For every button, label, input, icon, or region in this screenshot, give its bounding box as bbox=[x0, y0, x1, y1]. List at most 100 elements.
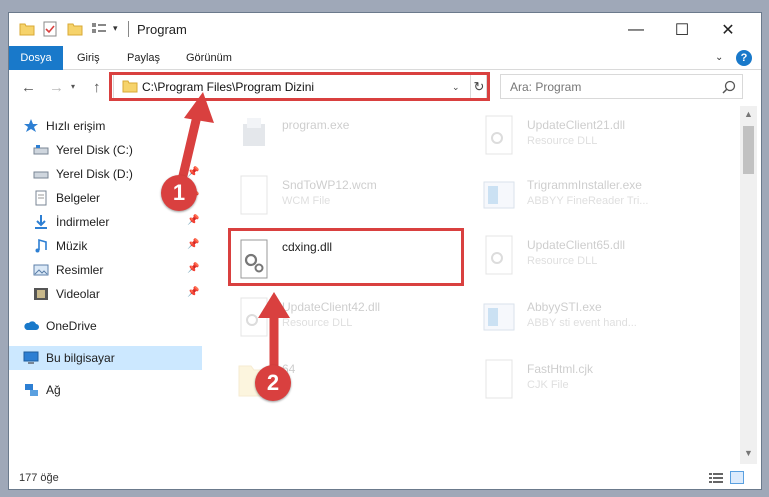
scroll-thumb[interactable] bbox=[743, 126, 754, 174]
new-folder-icon[interactable] bbox=[67, 21, 83, 37]
scroll-up-icon[interactable]: ▲ bbox=[744, 109, 753, 119]
pin-icon[interactable]: 📌 bbox=[187, 263, 199, 274]
installer-icon bbox=[243, 118, 265, 146]
file-item[interactable]: UpdateClient21.dll Resource DLL bbox=[482, 114, 712, 172]
search-icon[interactable] bbox=[721, 79, 737, 95]
file-name: UpdateClient21.dll bbox=[527, 118, 626, 132]
title-separator bbox=[128, 21, 129, 37]
music-icon bbox=[35, 238, 47, 253]
file-item[interactable]: UpdateClient65.dll Resource DLL bbox=[482, 234, 712, 292]
sidebar-item-pictures[interactable]: Resimler 📌 bbox=[9, 258, 202, 282]
status-bar: 177 öğe bbox=[9, 464, 761, 489]
explorer-window: ▾ Program — ☐ ✕ Dosya Giriş Paylaş Görün… bbox=[8, 12, 762, 490]
file-icon bbox=[240, 175, 268, 215]
video-icon bbox=[34, 288, 48, 300]
file-highlight-box bbox=[228, 228, 464, 286]
sidebar-item-onedrive[interactable]: OneDrive bbox=[9, 314, 202, 338]
network-icon bbox=[25, 384, 38, 396]
document-icon bbox=[35, 190, 47, 206]
large-icons-view-icon[interactable] bbox=[730, 471, 744, 484]
scroll-down-icon[interactable]: ▼ bbox=[744, 448, 753, 458]
view-options-icon[interactable] bbox=[91, 21, 107, 37]
address-highlight-box bbox=[109, 72, 490, 101]
quick-access-dropdown-icon[interactable]: ▾ bbox=[113, 23, 123, 39]
file-name: program.exe bbox=[282, 118, 350, 132]
close-button[interactable]: ✕ bbox=[705, 13, 751, 46]
sidebar-item-network[interactable]: Ağ bbox=[9, 378, 202, 402]
vertical-scrollbar[interactable]: ▲ ▼ bbox=[740, 106, 757, 464]
folder-icon[interactable] bbox=[19, 21, 35, 37]
sidebar-item-label: Bu bilgisayar bbox=[46, 351, 115, 365]
dll-file-icon bbox=[485, 235, 513, 275]
pictures-icon bbox=[33, 264, 49, 276]
window-title: Program bbox=[137, 22, 187, 37]
file-name: AbbyySTI.exe bbox=[527, 300, 602, 314]
sidebar-item-downloads[interactable]: İndirmeler 📌 bbox=[9, 210, 202, 234]
tab-view[interactable]: Görünüm bbox=[174, 46, 244, 70]
help-icon[interactable]: ? bbox=[736, 50, 752, 66]
file-item[interactable]: program.exe bbox=[237, 114, 467, 172]
properties-icon[interactable] bbox=[42, 21, 58, 37]
details-view-icon[interactable] bbox=[709, 472, 723, 484]
step-1-marker: 1 bbox=[161, 175, 197, 211]
pin-icon[interactable]: 📌 bbox=[187, 239, 199, 250]
computer-icon bbox=[23, 351, 39, 364]
file-item[interactable]: TrigrammInstaller.exe ABBYY FineReader T… bbox=[482, 174, 712, 232]
drive-icon bbox=[33, 145, 49, 155]
file-name: UpdateClient65.dll bbox=[527, 238, 626, 252]
tab-home[interactable]: Giriş bbox=[65, 46, 112, 70]
navigation-bar: ← → ▾ ↑ C:\Program Files\Program Dizini … bbox=[9, 70, 761, 106]
star-icon bbox=[24, 119, 38, 132]
dll-file-icon bbox=[485, 115, 513, 155]
sidebar-item-label: Resimler bbox=[56, 263, 104, 277]
sidebar-item-quick-access[interactable]: Hızlı erişim bbox=[9, 114, 202, 138]
cloud-icon bbox=[24, 321, 39, 330]
sidebar-item-label: Yerel Disk (C:) bbox=[56, 143, 133, 157]
pin-icon[interactable]: 📌 bbox=[187, 167, 199, 178]
tab-share[interactable]: Paylaş bbox=[115, 46, 172, 70]
download-icon bbox=[35, 215, 47, 229]
file-type: Resource DLL bbox=[527, 135, 598, 147]
expand-ribbon-icon[interactable]: ⌄ bbox=[715, 52, 723, 63]
drive-icon bbox=[33, 171, 49, 179]
back-arrow-icon[interactable]: ← bbox=[21, 79, 36, 96]
file-type: Resource DLL bbox=[282, 317, 353, 329]
file-item[interactable]: AbbyySTI.exe ABBY sti event hand... bbox=[482, 296, 712, 354]
application-icon bbox=[483, 181, 515, 209]
sidebar-item-label: OneDrive bbox=[46, 319, 97, 333]
file-type: ABBY sti event hand... bbox=[527, 317, 637, 329]
file-item[interactable]: UpdateClient42.dll Resource DLL bbox=[237, 296, 467, 354]
pin-icon[interactable]: 📌 bbox=[187, 287, 199, 298]
search-input[interactable]: Ara: Program bbox=[500, 74, 743, 99]
file-item[interactable]: FastHtml.cjk CJK File bbox=[482, 358, 712, 416]
up-arrow-icon[interactable]: ↑ bbox=[93, 79, 101, 96]
sidebar-item-label: Videolar bbox=[56, 287, 100, 301]
sidebar-item-label: Hızlı erişim bbox=[46, 119, 106, 133]
sidebar-item-disk-c[interactable]: Yerel Disk (C:) bbox=[9, 138, 202, 162]
minimize-button[interactable]: — bbox=[613, 13, 659, 46]
search-placeholder: Ara: Program bbox=[510, 80, 582, 94]
file-icon bbox=[485, 359, 513, 399]
maximize-button[interactable]: ☐ bbox=[659, 13, 705, 46]
file-item[interactable]: SndToWP12.wcm WCM File bbox=[237, 174, 467, 232]
forward-arrow-icon[interactable]: → bbox=[49, 79, 64, 96]
file-list: program.exe UpdateClient21.dll Resource … bbox=[202, 106, 740, 464]
sidebar-item-label: İndirmeler bbox=[56, 215, 110, 229]
sidebar-item-label: Müzik bbox=[56, 239, 88, 253]
file-type: ABBYY FineReader Tri... bbox=[527, 195, 649, 207]
file-type: CJK File bbox=[527, 379, 569, 391]
file-type: WCM File bbox=[282, 195, 331, 207]
file-name: TrigrammInstaller.exe bbox=[527, 178, 642, 192]
file-name: UpdateClient42.dll bbox=[282, 300, 381, 314]
sidebar-item-videos[interactable]: Videolar 📌 bbox=[9, 282, 202, 306]
tab-file[interactable]: Dosya bbox=[9, 46, 63, 70]
application-icon bbox=[483, 303, 515, 331]
file-name: FastHtml.cjk bbox=[527, 362, 593, 376]
pin-icon[interactable]: 📌 bbox=[187, 215, 199, 226]
sidebar-item-music[interactable]: Müzik 📌 bbox=[9, 234, 202, 258]
sidebar-item-label: Belgeler bbox=[56, 191, 101, 205]
dll-file-icon bbox=[240, 297, 268, 337]
sidebar-item-this-pc[interactable]: Bu bilgisayar bbox=[9, 346, 202, 370]
recent-locations-icon[interactable]: ▾ bbox=[71, 82, 75, 91]
navigation-pane: Hızlı erişim Yerel Disk (C:) Yerel Disk … bbox=[9, 106, 202, 464]
